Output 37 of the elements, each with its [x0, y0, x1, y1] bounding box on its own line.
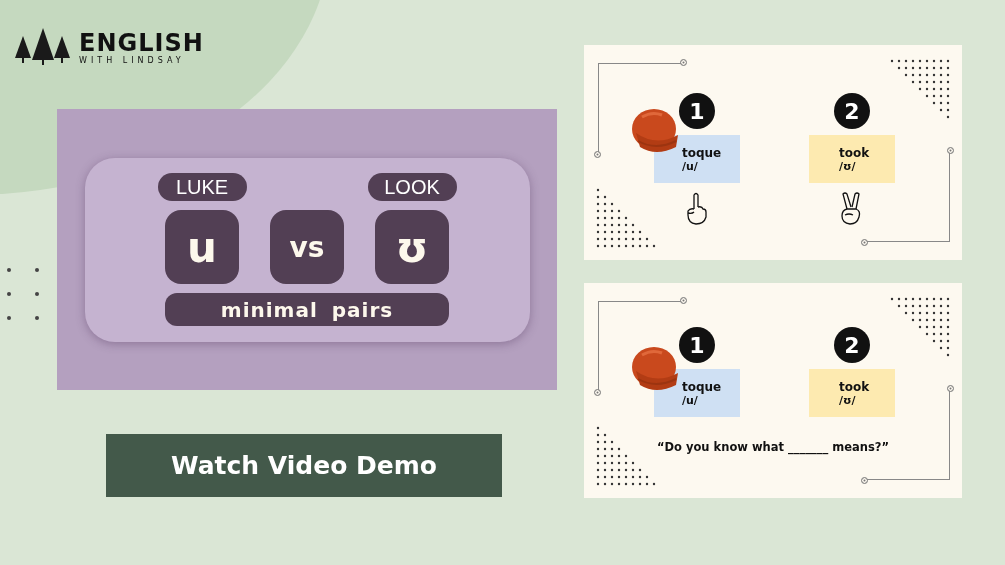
number-badge: 1 — [679, 93, 715, 129]
dot-pattern-icon — [890, 59, 950, 119]
ipa-text: /u/ — [682, 393, 698, 407]
word-text: toque — [682, 379, 723, 394]
line-end-icon — [680, 59, 687, 66]
ipa-text: /ʊ/ — [839, 159, 857, 173]
logo-title: ENGLISH — [79, 29, 204, 56]
symbol-tile: ʊ — [375, 210, 449, 284]
line-end-icon — [680, 297, 687, 304]
word-tag: LUKE — [157, 173, 247, 201]
line-end-icon — [947, 147, 954, 154]
dot-pattern-icon — [890, 297, 950, 357]
watch-demo-button[interactable]: Watch Video Demo — [106, 434, 502, 497]
line-end-icon — [861, 477, 868, 484]
ipa-text: /u/ — [682, 159, 698, 173]
number-badge: 2 — [834, 93, 870, 129]
line-end-icon — [594, 151, 601, 158]
pointing-hand-icon — [684, 191, 710, 225]
number-badge: 2 — [834, 327, 870, 363]
logo-subtitle: WITH LINDSAY — [79, 55, 186, 65]
caption-bar: minimal pairs — [165, 293, 449, 326]
number-badge: 1 — [679, 327, 715, 363]
tree-logo-icon — [13, 28, 73, 66]
line-end-icon — [861, 239, 868, 246]
question-text: “Do you know what _______ means?” — [655, 440, 891, 454]
word-text: toque — [682, 145, 723, 160]
dot-pattern-icon — [596, 426, 656, 486]
vs-tile: vs — [270, 210, 344, 284]
ipa-text: /ʊ/ — [839, 393, 857, 407]
word-text: took — [839, 145, 871, 160]
word-text: took — [839, 379, 871, 394]
dot-pattern-icon — [596, 188, 656, 248]
dot-grid-icon — [7, 268, 41, 320]
line-end-icon — [594, 389, 601, 396]
symbol-tile: u — [165, 210, 239, 284]
word-tag: LOOK — [367, 173, 457, 201]
line-end-icon — [947, 385, 954, 392]
